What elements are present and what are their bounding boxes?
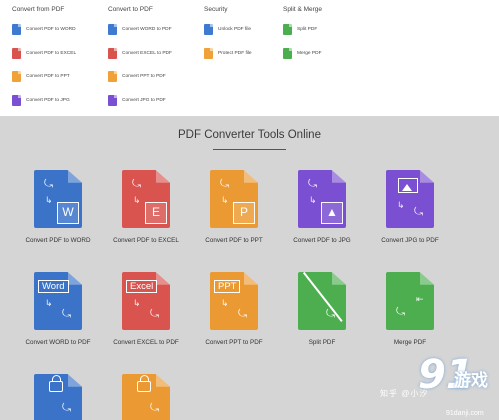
menu-heading: Split & Merge: [283, 6, 323, 13]
image-file-icon: [108, 94, 117, 106]
tool-word-to-pdf[interactable]: Word ↳ ⤿ Convert WORD to PDF: [12, 272, 104, 346]
dropdown-menu: Convert from PDF Convert PDF to WORD Con…: [0, 0, 499, 116]
menu-item-label: Convert PDF to EXCEL: [26, 50, 77, 56]
image-tag-icon: ▲: [321, 202, 343, 224]
site-watermark-logo: 91 游戏: [418, 352, 496, 410]
menu-item-split-pdf[interactable]: Split PDF: [283, 18, 322, 42]
menu-column-security: Security Unlock PDF file Protect PDF fil…: [204, 6, 252, 65]
menu-column-convert-to-pdf: Convert to PDF Convert WORD to PDF Conve…: [108, 6, 172, 112]
pdf-to-word-icon: ⤿ ↳ W: [34, 170, 82, 228]
menu-item-pdf-to-word[interactable]: Convert PDF to WORD: [12, 18, 76, 42]
unlock-file-icon: [204, 24, 213, 36]
menu-item-pdf-to-excel[interactable]: Convert PDF to EXCEL: [12, 42, 76, 66]
protect-pdf-icon: ⤿: [122, 374, 170, 420]
menu-item-label: Convert PPT to PDF: [122, 74, 166, 80]
tool-label: Convert EXCEL to PDF: [113, 339, 179, 346]
lock-file-icon: [204, 47, 213, 59]
excel-file-icon: [12, 47, 21, 59]
tool-label: Convert PDF to EXCEL: [113, 237, 179, 244]
menu-column-split-merge: Split & Merge Split PDF Merge PDF: [283, 6, 322, 65]
split-pdf-icon: ⤿: [298, 271, 346, 330]
excel-file-icon: [108, 47, 117, 59]
menu-item-label: Convert PDF to JPG: [26, 97, 70, 103]
tool-jpg-to-pdf[interactable]: ↳ ⤿ Convert JPG to PDF: [364, 170, 456, 244]
tool-pdf-to-jpg[interactable]: ⤿ ↳ ▲ Convert PDF to JPG: [276, 170, 368, 244]
tool-label: Convert PDF to WORD: [25, 237, 91, 244]
watermark-text: 游戏: [454, 371, 488, 391]
file-type-tag: E: [145, 202, 167, 224]
word-to-pdf-icon: Word ↳ ⤿: [34, 272, 82, 330]
section-title: PDF Converter Tools Online: [178, 129, 321, 141]
split-file-icon: [283, 24, 292, 36]
tool-label: Convert JPG to PDF: [381, 237, 439, 244]
image-file-icon: [12, 94, 21, 106]
unlock-pdf-icon: ⤿: [34, 374, 82, 420]
tool-label: Convert PDF to PPT: [205, 237, 263, 244]
watermark-url: 91danji.com: [446, 410, 484, 417]
file-type-word: PPT: [214, 280, 241, 293]
menu-item-label: Convert WORD to PDF: [122, 27, 172, 33]
ppt-to-pdf-icon: PPT ↳ ⤿: [210, 272, 258, 330]
title-divider: [213, 149, 286, 150]
image-icon: [398, 178, 418, 193]
tool-excel-to-pdf[interactable]: Excel ↳ ⤿ Convert EXCEL to PDF: [100, 272, 192, 346]
menu-item-word-to-pdf[interactable]: Convert WORD to PDF: [108, 18, 172, 42]
menu-item-label: Unlock PDF file: [218, 27, 252, 33]
lock-icon: [49, 375, 63, 392]
menu-item-excel-to-pdf[interactable]: Convert EXCEL to PDF: [108, 42, 172, 66]
menu-item-label: Split PDF: [297, 27, 318, 33]
file-type-word: Word: [38, 280, 69, 293]
tool-ppt-to-pdf[interactable]: PPT ↳ ⤿ Convert PPT to PDF: [188, 272, 280, 346]
menu-item-merge-pdf[interactable]: Merge PDF: [283, 42, 322, 66]
menu-item-label: Convert JPG to PDF: [122, 97, 166, 103]
word-file-icon: [108, 24, 117, 36]
menu-heading: Security: [204, 6, 228, 13]
pdf-to-ppt-icon: ⤿ ↳ P: [210, 170, 258, 228]
file-type-tag: P: [233, 202, 255, 224]
merge-file-icon: [283, 47, 292, 59]
menu-item-ppt-to-pdf[interactable]: Convert PPT to PDF: [108, 65, 172, 89]
file-type-tag: W: [57, 202, 79, 224]
menu-item-pdf-to-jpg[interactable]: Convert PDF to JPG: [12, 89, 76, 113]
ppt-file-icon: [12, 71, 21, 83]
pdf-to-excel-icon: ⤿ ↳ E: [122, 170, 170, 228]
menu-column-convert-from-pdf: Convert from PDF Convert PDF to WORD Con…: [12, 6, 76, 112]
menu-item-label: Protect PDF file: [218, 50, 252, 56]
menu-item-jpg-to-pdf[interactable]: Convert JPG to PDF: [108, 89, 172, 113]
tool-label: Convert PPT to PDF: [205, 339, 263, 346]
menu-heading: Convert to PDF: [108, 6, 153, 13]
tool-unlock-pdf[interactable]: ⤿: [12, 374, 104, 420]
word-file-icon: [12, 24, 21, 36]
excel-to-pdf-icon: Excel ↳ ⤿: [122, 272, 170, 330]
menu-item-label: Merge PDF: [297, 50, 322, 56]
tool-label: Convert PDF to JPG: [293, 237, 351, 244]
tool-label: Split PDF: [308, 339, 336, 346]
file-type-word: Excel: [126, 280, 158, 293]
tool-merge-pdf[interactable]: ⇤ ⤿ Merge PDF: [364, 272, 456, 346]
tool-pdf-to-ppt[interactable]: ⤿ ↳ P Convert PDF to PPT: [188, 170, 280, 244]
menu-item-pdf-to-ppt[interactable]: Convert PDF to PPT: [12, 65, 76, 89]
lock-icon: [137, 375, 151, 392]
tool-label: Convert WORD to PDF: [25, 339, 91, 346]
pdf-to-jpg-icon: ⤿ ↳ ▲: [298, 170, 346, 228]
menu-item-label: Convert EXCEL to PDF: [122, 50, 172, 56]
tool-split-pdf[interactable]: ⤿ Split PDF: [276, 271, 368, 346]
menu-item-unlock-pdf[interactable]: Unlock PDF file: [204, 18, 252, 42]
menu-item-label: Convert PDF to WORD: [26, 27, 76, 33]
jpg-to-pdf-icon: ↳ ⤿: [386, 170, 434, 228]
merge-pdf-icon: ⇤ ⤿: [386, 272, 434, 330]
tool-label: Merge PDF: [393, 339, 427, 346]
tool-protect-pdf[interactable]: ⤿: [100, 374, 192, 420]
tool-pdf-to-word[interactable]: ⤿ ↳ W Convert PDF to WORD: [12, 170, 104, 244]
ppt-file-icon: [108, 71, 117, 83]
menu-heading: Convert from PDF: [12, 6, 65, 13]
menu-item-protect-pdf[interactable]: Protect PDF file: [204, 42, 252, 66]
menu-item-label: Convert PDF to PPT: [26, 74, 70, 80]
tool-pdf-to-excel[interactable]: ⤿ ↳ E Convert PDF to EXCEL: [100, 170, 192, 244]
